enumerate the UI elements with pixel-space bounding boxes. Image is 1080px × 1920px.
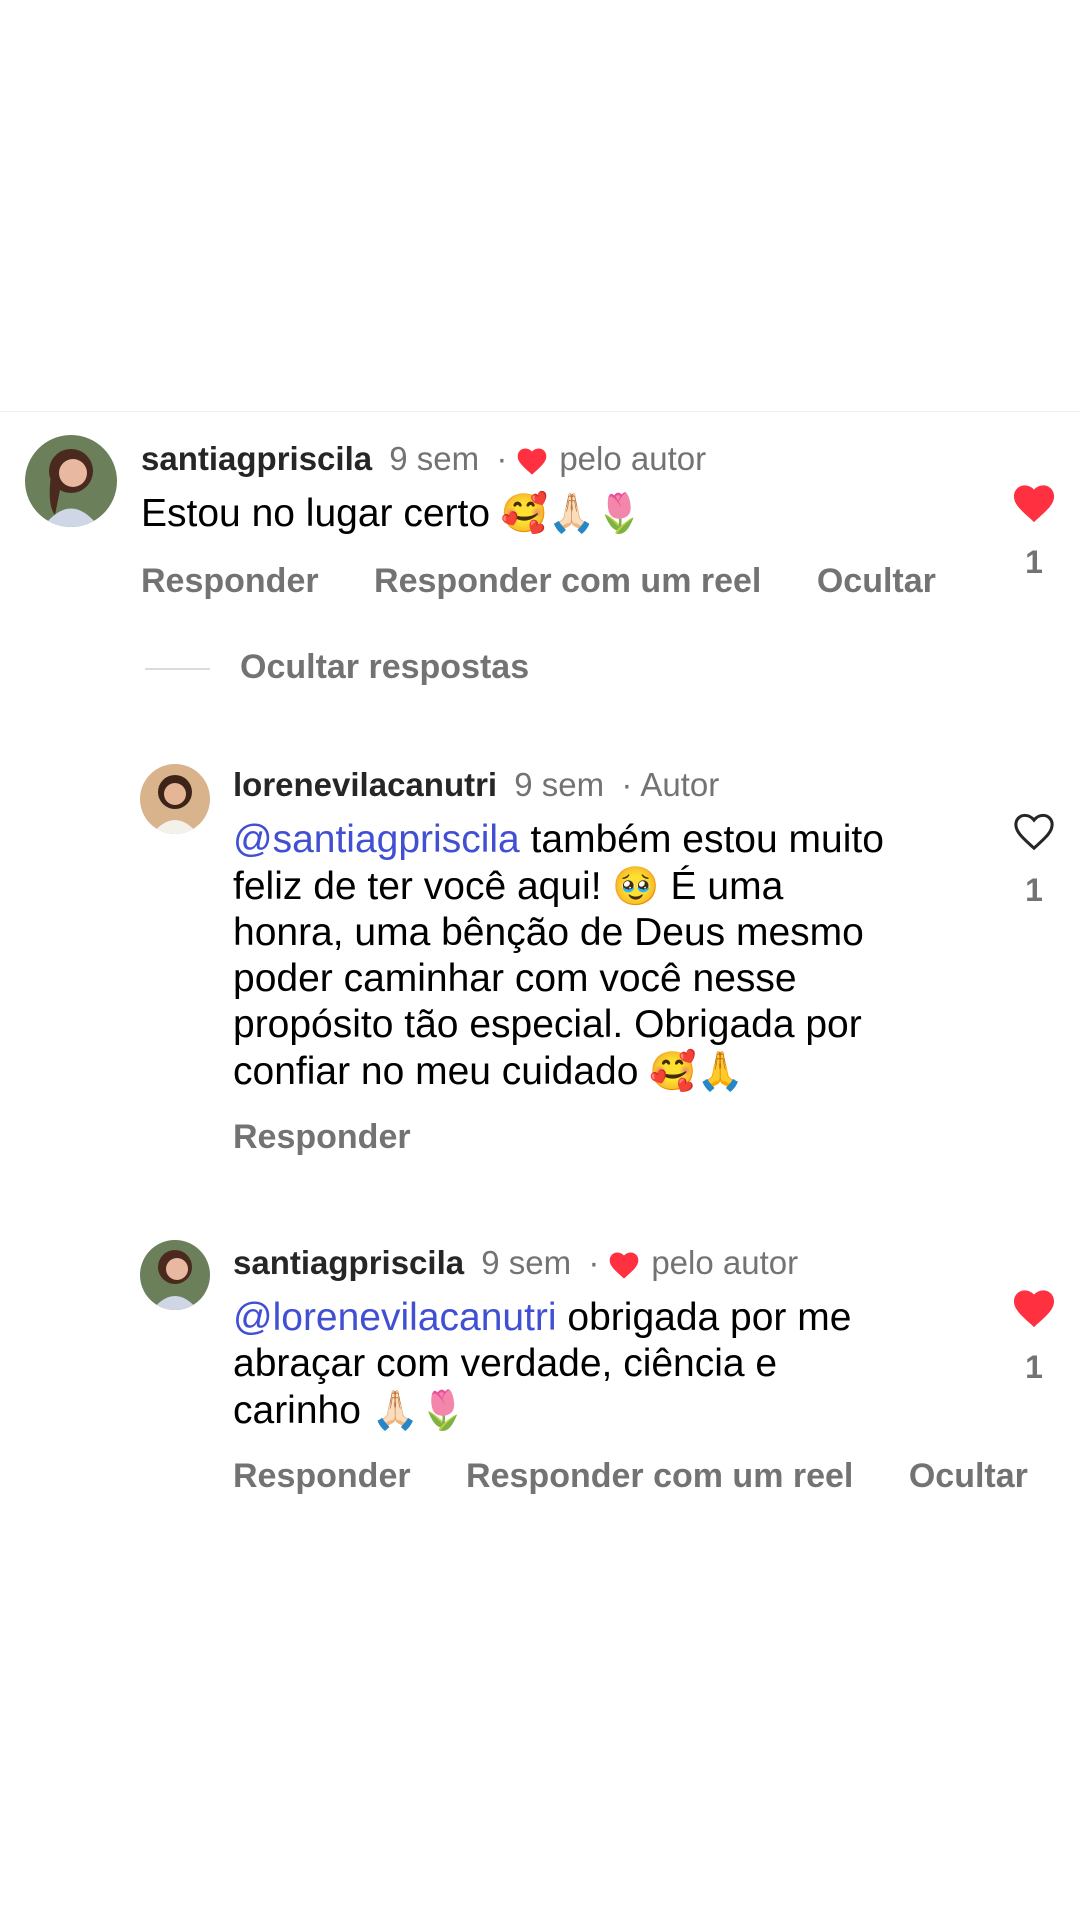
reply-button[interactable]: Responder xyxy=(233,1117,411,1157)
like-button[interactable]: 1 xyxy=(1004,810,1064,909)
reply-text: @lorenevilacanutri obrigada por me abraç… xyxy=(233,1295,993,1434)
reply-emojis: 🥰🙏 xyxy=(649,1049,744,1093)
like-count: 1 xyxy=(1025,872,1043,908)
like-button[interactable]: 1 xyxy=(1004,482,1064,581)
separator: · xyxy=(621,766,633,803)
reply-text-line: honra, uma bênção de Deus mesmo xyxy=(233,911,864,954)
username[interactable]: lorenevilacanutri xyxy=(233,766,497,803)
hide-button[interactable]: Ocultar xyxy=(817,561,936,601)
reply-header: santiagpriscila 9 sem · pelo autor xyxy=(233,1241,798,1285)
reply-with-reel-button[interactable]: Responder com um reel xyxy=(466,1456,853,1496)
reply-text-line: abraçar com verdade, ciência e xyxy=(233,1342,778,1385)
hide-replies-line xyxy=(145,668,210,671)
avatar[interactable] xyxy=(140,764,210,834)
hide-button[interactable]: Ocultar xyxy=(909,1456,1028,1496)
comment-header: santiagpriscila 9 sem · pelo autor xyxy=(141,437,706,481)
comment-text-content: Estou no lugar certo xyxy=(141,492,491,535)
reply-text-line: feliz de ter você aqui! xyxy=(233,865,613,908)
separator: · xyxy=(496,440,508,477)
timestamp: 9 sem xyxy=(389,440,480,477)
reply-emojis: 🙏🏻🌷 xyxy=(371,1388,467,1432)
reply-with-reel-button[interactable]: Responder com um reel xyxy=(374,561,761,601)
heart-filled-icon xyxy=(1013,1290,1055,1328)
like-count: 1 xyxy=(1025,1349,1043,1385)
timestamp: 9 sem xyxy=(481,1244,572,1281)
heart-filled-icon xyxy=(1013,485,1055,523)
like-button[interactable]: 1 xyxy=(1004,1287,1064,1386)
top-divider xyxy=(0,411,1080,412)
hide-replies-label: Ocultar respostas xyxy=(240,648,530,686)
like-count: 1 xyxy=(1025,544,1043,580)
reply-text-line: propósito tão especial. Obrigada por xyxy=(233,1003,862,1046)
mention-link[interactable]: @santiagpriscila xyxy=(233,818,520,861)
comment-emojis: 🥰🙏🏻🌷 xyxy=(500,491,643,535)
username[interactable]: santiagpriscila xyxy=(141,440,372,477)
reply-actions: Responder Responder com um reel Ocultar xyxy=(233,1456,1028,1496)
reply-actions: Responder xyxy=(233,1117,411,1157)
heart-outline-icon xyxy=(1014,813,1054,851)
reply-button[interactable]: Responder xyxy=(233,1456,411,1496)
reply-header: lorenevilacanutri 9 sem · Autor xyxy=(233,763,719,807)
author-badge: Autor xyxy=(640,766,720,803)
comment-text: Estou no lugar certo 🥰🙏🏻🌷 xyxy=(141,490,643,537)
heart-icon xyxy=(610,1252,639,1279)
avatar[interactable] xyxy=(140,1240,210,1310)
reply-text-line: obrigada por me xyxy=(556,1296,852,1339)
timestamp: 9 sem xyxy=(514,766,605,803)
reply-text: @santiagpriscila também estou muito feli… xyxy=(233,817,993,1095)
comment-actions: Responder Responder com um reel Ocultar xyxy=(141,561,936,601)
liked-by-author-label: pelo autor xyxy=(651,1244,799,1281)
liked-by-author-label: pelo autor xyxy=(559,440,707,477)
reply-emoji: 🥹 xyxy=(612,864,660,908)
mention-link[interactable]: @lorenevilacanutri xyxy=(233,1296,557,1339)
reply-text-line: confiar no meu cuidado xyxy=(233,1050,650,1093)
username[interactable]: santiagpriscila xyxy=(233,1244,464,1281)
reply-text-line: poder caminhar com você nesse xyxy=(233,957,797,1000)
avatar[interactable] xyxy=(25,435,117,527)
heart-icon xyxy=(518,448,547,475)
reply-button[interactable]: Responder xyxy=(141,561,319,601)
reply-text-line: carinho xyxy=(233,1389,372,1432)
hide-replies-button[interactable]: Ocultar respostas xyxy=(145,648,529,687)
reply-text-line: É uma xyxy=(659,865,784,908)
reply-text-line: também estou muito xyxy=(519,818,884,861)
separator: · xyxy=(588,1244,600,1281)
